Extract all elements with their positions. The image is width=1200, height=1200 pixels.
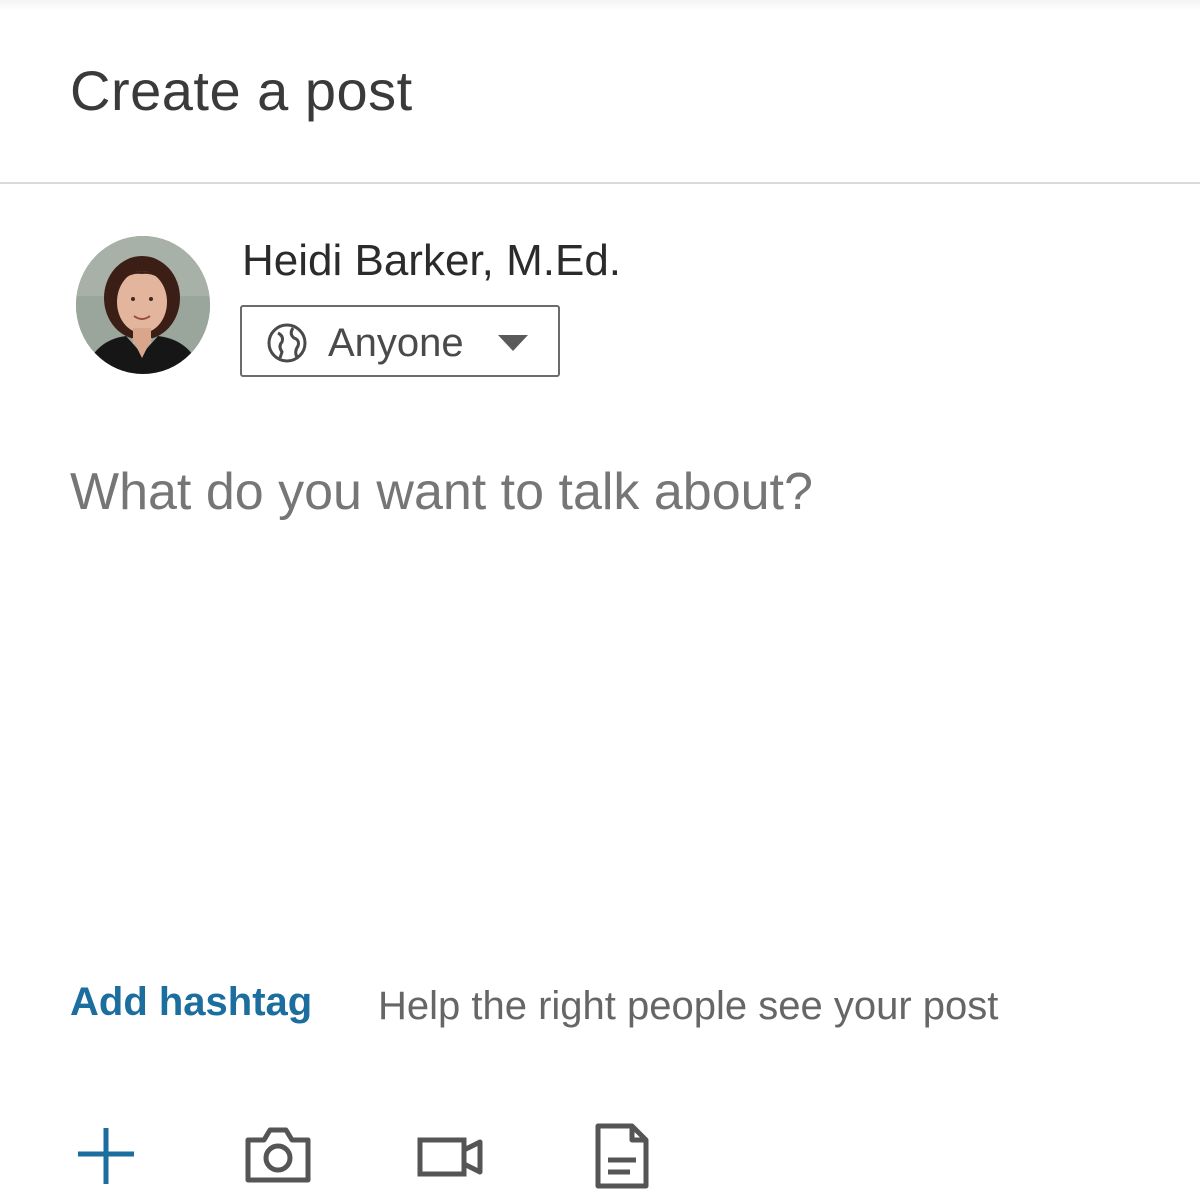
user-photo-icon [76, 236, 210, 374]
avatar [76, 236, 210, 374]
add-photo-button[interactable] [242, 1120, 314, 1192]
globe-icon [266, 322, 308, 364]
hashtag-hint: Help the right people see your post [378, 984, 999, 1028]
document-icon [595, 1123, 649, 1189]
plus-icon [78, 1128, 134, 1184]
caret-down-icon [498, 335, 528, 351]
video-icon [417, 1137, 483, 1177]
visibility-dropdown[interactable]: Anyone [240, 305, 560, 377]
add-video-button[interactable] [414, 1120, 486, 1192]
add-document-button[interactable] [586, 1120, 658, 1192]
camera-icon [245, 1127, 311, 1183]
author-name: Heidi Barker, M.Ed. [242, 236, 622, 285]
modal-title: Create a post [70, 59, 413, 122]
modal-header: Create a post [0, 0, 1200, 184]
add-content-button[interactable] [70, 1120, 142, 1192]
create-post-modal: Create a post Heidi Barker, M.Ed. Anyone… [0, 0, 1200, 1200]
add-hashtag-link[interactable]: Add hashtag [70, 980, 312, 1025]
visibility-label: Anyone [328, 321, 464, 365]
post-composer-input[interactable] [70, 462, 1130, 902]
